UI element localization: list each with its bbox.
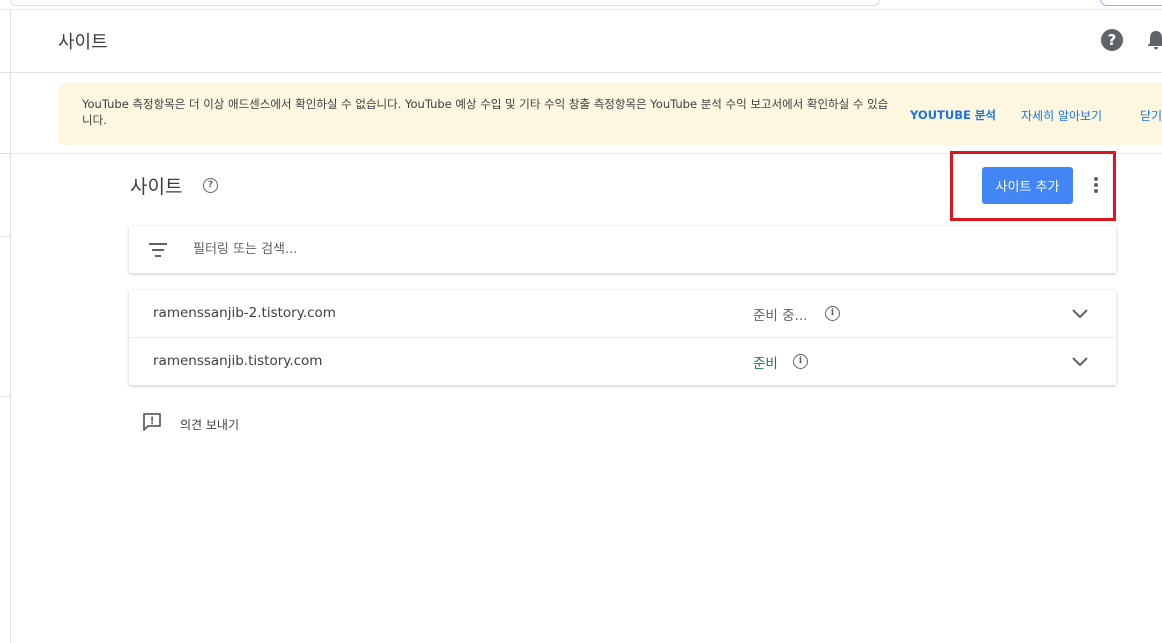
filter-icon[interactable]: [149, 243, 167, 257]
nav-divider: [0, 153, 10, 154]
filter-line: [155, 255, 161, 257]
feedback-icon: [143, 413, 161, 431]
more-dot: [1094, 177, 1098, 181]
site-domain: ramenssanjib-2.tistory.com: [153, 305, 336, 321]
notifications-bell-icon[interactable]: [1147, 30, 1162, 50]
status-info-icon[interactable]: i: [793, 354, 808, 369]
site-domain: ramenssanjib.tistory.com: [153, 353, 323, 369]
site-status: 준비 중...: [753, 308, 808, 324]
app-header: 사이트 ?: [11, 10, 1162, 73]
more-dot: [1094, 183, 1098, 187]
nav-divider: [0, 236, 10, 237]
banner-message: YouTube 측정항목은 더 이상 애드센스에서 확인하실 수 없습니다. Y…: [82, 97, 889, 127]
page-title: 사이트: [58, 32, 108, 53]
more-options-icon[interactable]: [1089, 175, 1103, 197]
expand-chevron-icon[interactable]: [1071, 352, 1089, 370]
nav-divider: [0, 72, 10, 73]
help-icon[interactable]: ?: [1101, 29, 1123, 51]
filter-line: [152, 249, 164, 251]
sites-list: ramenssanjib-2.tistory.com 준비 중... i ram…: [129, 290, 1116, 385]
expand-chevron-icon[interactable]: [1071, 304, 1089, 322]
site-row[interactable]: ramenssanjib.tistory.com 준비 i: [129, 338, 1116, 385]
section-help-icon[interactable]: ?: [203, 178, 218, 193]
nav-divider: [0, 396, 10, 397]
dismiss-banner-link[interactable]: 닫기: [1140, 107, 1162, 124]
browser-top-strip: [0, 0, 1162, 10]
youtube-metrics-notice-banner: YouTube 측정항목은 더 이상 애드센스에서 확인하실 수 없습니다. Y…: [58, 83, 1162, 145]
more-dot: [1094, 189, 1098, 193]
address-bar[interactable]: [10, 0, 880, 6]
filter-search-input[interactable]: [193, 238, 1073, 260]
left-navigation-rail: [0, 10, 11, 643]
filter-line: [149, 243, 167, 245]
site-row[interactable]: ramenssanjib-2.tistory.com 준비 중... i: [129, 290, 1116, 338]
status-info-icon[interactable]: i: [825, 306, 840, 321]
profile-pill[interactable]: [1100, 0, 1162, 6]
learn-more-link[interactable]: 자세히 알아보기: [1021, 107, 1102, 124]
site-status: 준비: [753, 356, 778, 372]
add-site-button[interactable]: 사이트 추가: [982, 167, 1073, 204]
feedback-label: 의견 보내기: [180, 418, 240, 432]
sites-section-title: 사이트: [130, 176, 183, 198]
filter-bar: [129, 226, 1116, 273]
youtube-analytics-link[interactable]: YOUTUBE 분석: [910, 107, 996, 123]
